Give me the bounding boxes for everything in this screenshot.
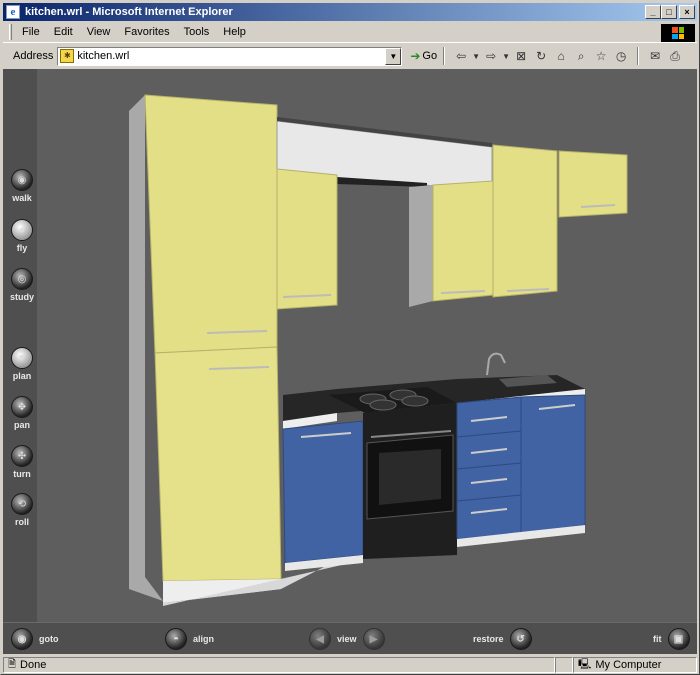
refresh-icon[interactable]: ↻	[531, 47, 551, 65]
align-icon: ◓	[165, 628, 187, 650]
address-dropdown-button[interactable]: ▼	[385, 47, 402, 65]
restore-icon: ↺	[509, 628, 532, 650]
nav-fly[interactable]: ● fly	[7, 219, 37, 253]
navigation-panel: ◉ walk ● fly ◎ study ▼ plan ✥ pan ✣ turn	[3, 69, 37, 622]
menu-help[interactable]: Help	[216, 26, 253, 38]
forward-icon[interactable]: ⇨	[481, 47, 501, 65]
viewer-bottom-bar: ◉ goto ◓ align ◀ view ▶ restore ↺ fit ▣	[3, 622, 697, 654]
page-icon: ✱	[60, 49, 75, 63]
turn-icon: ✣	[11, 445, 33, 467]
minimize-button[interactable]: _	[645, 5, 661, 19]
nav-plan[interactable]: ▼ plan	[7, 347, 37, 381]
print-icon[interactable]: ⎙	[665, 47, 685, 65]
address-field[interactable]: ✱ ▼	[57, 46, 403, 66]
pan-icon: ✥	[11, 396, 33, 418]
3d-scene[interactable]	[37, 69, 697, 622]
address-label: Address	[13, 50, 54, 62]
windows-flag-icon	[661, 24, 695, 42]
toolbar-separator	[637, 47, 640, 65]
plan-icon: ▼	[11, 347, 33, 369]
menu-view[interactable]: View	[80, 26, 118, 38]
address-input[interactable]	[77, 50, 378, 62]
fly-icon: ●	[11, 219, 33, 241]
go-arrow-icon: ➔	[410, 49, 421, 63]
favorites-icon[interactable]: ☆	[591, 47, 611, 65]
menu-edit[interactable]: Edit	[47, 26, 80, 38]
roll-icon: ⟲	[11, 493, 33, 515]
next-view-icon[interactable]: ▶	[362, 628, 385, 650]
window-title: kitchen.wrl - Microsoft Internet Explore…	[25, 6, 233, 18]
mail-icon[interactable]: ✉	[645, 47, 665, 65]
stop-icon[interactable]: ⊠	[511, 47, 531, 65]
back-dropdown-icon[interactable]: ▼	[471, 47, 481, 65]
view-control: ◀ view ▶	[309, 628, 385, 650]
walk-icon: ◉	[11, 169, 33, 191]
previous-view-icon[interactable]: ◀	[309, 628, 331, 650]
ie-logo-icon: e	[6, 5, 20, 19]
status-cell	[555, 657, 573, 673]
back-icon[interactable]: ⇦	[451, 47, 471, 65]
menu-tools[interactable]: Tools	[177, 26, 217, 38]
menu-file[interactable]: File	[15, 26, 47, 38]
nav-study[interactable]: ◎ study	[7, 268, 37, 302]
maximize-button[interactable]: □	[661, 5, 677, 19]
nav-turn[interactable]: ✣ turn	[7, 445, 37, 479]
close-button[interactable]: ×	[679, 5, 695, 19]
title-bar[interactable]: e kitchen.wrl - Microsoft Internet Explo…	[3, 3, 697, 21]
status-text: 🗎 Done	[3, 657, 555, 673]
browser-window: e kitchen.wrl - Microsoft Internet Explo…	[0, 0, 700, 675]
toolbar-separator	[443, 47, 446, 65]
toolbar-grip[interactable]	[9, 24, 12, 40]
window-controls: _ □ ×	[645, 5, 695, 19]
go-button[interactable]: ➔ Go	[410, 49, 437, 63]
nav-pan[interactable]: ✥ pan	[7, 396, 37, 430]
status-bar: 🗎 Done 🖳 My Computer	[3, 656, 697, 674]
address-bar: Address ✱ ▼ ➔ Go ⇦ ▼ ⇨ ▼ ⊠ ↻ ⌂ ⌕ ☆ ◷ ✉ ⎙	[3, 45, 697, 67]
nav-roll[interactable]: ⟲ roll	[7, 493, 37, 527]
history-icon[interactable]: ◷	[611, 47, 631, 65]
study-icon: ◎	[11, 268, 33, 290]
fit-button[interactable]: fit ▣	[653, 628, 690, 650]
restore-button[interactable]: restore ↺	[473, 628, 532, 650]
menu-bar: File Edit View Favorites Tools Help	[3, 22, 697, 43]
home-icon[interactable]: ⌂	[551, 47, 571, 65]
align-button[interactable]: ◓ align	[165, 628, 214, 650]
goto-icon: ◉	[11, 628, 33, 650]
vrml-viewer[interactable]: ◉ walk ● fly ◎ study ▼ plan ✥ pan ✣ turn	[3, 69, 697, 654]
nav-walk[interactable]: ◉ walk	[7, 169, 37, 203]
page-done-icon: 🗎	[8, 658, 17, 670]
goto-button[interactable]: ◉ goto	[11, 628, 59, 650]
forward-dropdown-icon[interactable]: ▼	[501, 47, 511, 65]
kitchen-model	[129, 94, 628, 606]
security-zone: 🖳 My Computer	[573, 657, 697, 673]
search-icon[interactable]: ⌕	[571, 47, 591, 65]
fit-icon: ▣	[667, 628, 690, 650]
computer-icon: 🖳	[578, 658, 592, 670]
menu-favorites[interactable]: Favorites	[117, 26, 176, 38]
